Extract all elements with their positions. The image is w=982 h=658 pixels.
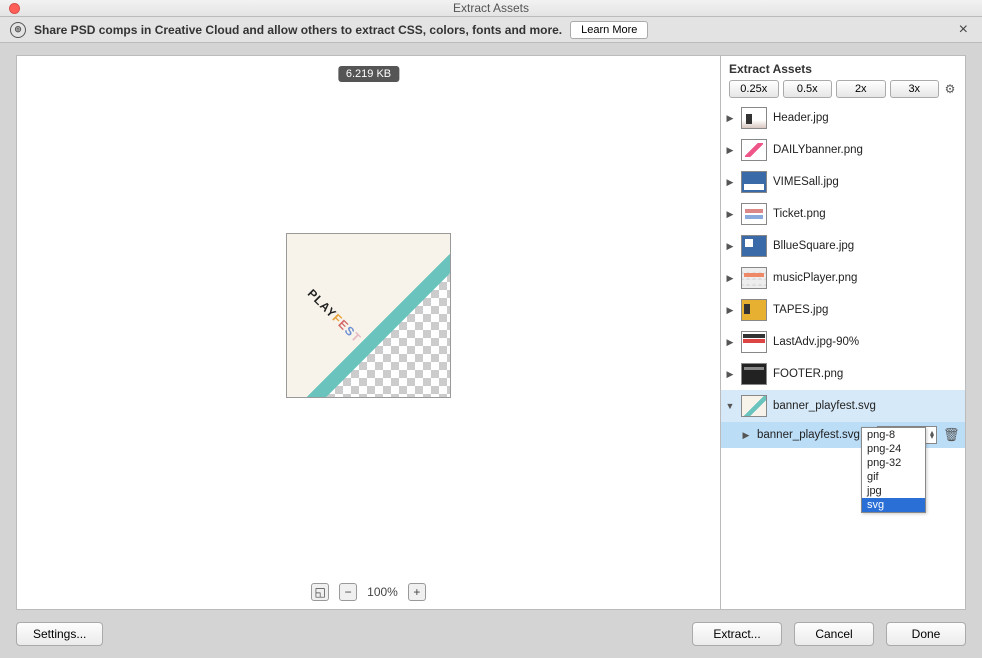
window-title: Extract Assets	[453, 1, 529, 15]
asset-name-label: LastAdv.jpg-90%	[773, 336, 957, 348]
asset-name-label: banner_playfest.svg	[773, 400, 957, 412]
asset-name-label: TAPES.jpg	[773, 304, 957, 316]
scale-2x-button[interactable]: 2x	[836, 80, 886, 98]
preview-pane: 6.219 KB PLAYFEST ◱ − 100% +	[17, 56, 720, 609]
format-option[interactable]: jpg	[862, 484, 925, 498]
asset-row[interactable]: ▶ TAPES.jpg	[721, 294, 965, 326]
asset-thumbnail	[741, 363, 767, 385]
trash-icon[interactable]: 🗑	[943, 427, 957, 443]
done-button[interactable]: Done	[886, 622, 966, 646]
info-text: Share PSD comps in Creative Cloud and al…	[34, 23, 562, 37]
asset-name-label: DAILYbanner.png	[773, 144, 957, 156]
format-option[interactable]: png-32	[862, 456, 925, 470]
chevron-right-icon[interactable]: ▶	[725, 369, 735, 380]
asset-row[interactable]: ▶ BllueSquare.jpg	[721, 230, 965, 262]
chevron-right-icon[interactable]: ▶	[725, 177, 735, 188]
format-dropdown[interactable]: png-8png-24png-32gifjpgsvg	[861, 427, 926, 513]
preview-canvas[interactable]: PLAYFEST	[17, 56, 720, 575]
chevron-right-icon[interactable]: ▶	[725, 113, 735, 124]
asset-name-label: VIMESall.jpg	[773, 176, 957, 188]
panel-title: Extract Assets	[729, 62, 957, 76]
zoom-level: 100%	[367, 585, 398, 599]
asset-thumbnail	[741, 267, 767, 289]
asset-row[interactable]: ▼ banner_playfest.svg	[721, 390, 965, 422]
asset-row[interactable]: ▶ FOOTER.png	[721, 358, 965, 390]
asset-thumbnail	[741, 235, 767, 257]
asset-sub-row[interactable]: ▶banner_playfest.svgsvg▴▾🗑	[721, 422, 965, 448]
creative-cloud-icon: ⊚	[10, 22, 26, 38]
asset-row[interactable]: ▶ Header.jpg	[721, 102, 965, 134]
chevron-right-icon[interactable]: ▶	[725, 209, 735, 220]
chevron-right-icon[interactable]: ▶	[725, 241, 735, 252]
asset-thumbnail	[741, 171, 767, 193]
scale-3x-button[interactable]: 3x	[890, 80, 940, 98]
asset-thumbnail	[741, 331, 767, 353]
format-option[interactable]: svg	[862, 498, 925, 512]
chevron-right-icon[interactable]: ▶	[725, 273, 735, 284]
settings-button[interactable]: Settings...	[16, 622, 103, 646]
scale-buttons-row: 0.25x 0.5x 2x 3x ⚙	[729, 80, 957, 98]
extract-button[interactable]: Extract...	[692, 622, 782, 646]
preview-artwork-text: PLAYFEST	[303, 280, 371, 348]
gear-icon[interactable]: ⚙	[943, 82, 957, 96]
info-bar: ⊚ Share PSD comps in Creative Cloud and …	[0, 17, 982, 43]
cancel-button[interactable]: Cancel	[794, 622, 874, 646]
asset-thumbnail	[741, 107, 767, 129]
asset-name-label: musicPlayer.png	[773, 272, 957, 284]
asset-name-label: FOOTER.png	[773, 368, 957, 380]
asset-name-label: Header.jpg	[773, 112, 957, 124]
bottom-bar: Settings... Extract... Cancel Done	[0, 610, 982, 658]
asset-thumbnail	[741, 299, 767, 321]
learn-more-button[interactable]: Learn More	[570, 21, 648, 39]
asset-list: ▶ Header.jpg ▶ DAILYbanner.png ▶ VIMESall.jpg…	[721, 102, 965, 609]
asset-row[interactable]: ▶ Ticket.png	[721, 198, 965, 230]
asset-preview: PLAYFEST	[286, 233, 451, 398]
scale-0-25x-button[interactable]: 0.25x	[729, 80, 779, 98]
asset-row[interactable]: ▶ LastAdv.jpg-90%	[721, 326, 965, 358]
zoom-out-icon[interactable]: −	[339, 583, 357, 601]
chevron-down-icon[interactable]: ▼	[725, 401, 735, 411]
chevron-right-icon[interactable]: ▶	[725, 305, 735, 316]
main-area: 6.219 KB PLAYFEST ◱ − 100% + Extract Ass…	[16, 55, 966, 610]
asset-row[interactable]: ▶ musicPlayer.png	[721, 262, 965, 294]
chevron-right-icon[interactable]: ▶	[725, 145, 735, 156]
filesize-badge: 6.219 KB	[338, 66, 399, 82]
asset-panel: Extract Assets 0.25x 0.5x 2x 3x ⚙ ▶ Heade…	[720, 56, 965, 609]
asset-thumbnail	[741, 139, 767, 161]
asset-row[interactable]: ▶ DAILYbanner.png	[721, 134, 965, 166]
asset-row[interactable]: ▶ VIMESall.jpg	[721, 166, 965, 198]
scale-0-5x-button[interactable]: 0.5x	[783, 80, 833, 98]
zoom-controls: ◱ − 100% +	[17, 575, 720, 609]
close-window-dot[interactable]	[9, 3, 20, 14]
format-option[interactable]: png-24	[862, 442, 925, 456]
chevron-right-icon[interactable]: ▶	[741, 430, 751, 441]
format-option[interactable]: gif	[862, 470, 925, 484]
close-infobar-icon[interactable]: ×	[955, 21, 972, 39]
window-titlebar: Extract Assets	[0, 0, 982, 17]
zoom-in-icon[interactable]: +	[408, 583, 426, 601]
asset-name-label: Ticket.png	[773, 208, 957, 220]
asset-thumbnail	[741, 395, 767, 417]
format-option[interactable]: png-8	[862, 428, 925, 442]
asset-thumbnail	[741, 203, 767, 225]
sub-asset-name: banner_playfest.svg	[757, 429, 871, 441]
chevron-right-icon[interactable]: ▶	[725, 337, 735, 348]
fit-screen-icon[interactable]: ◱	[311, 583, 329, 601]
asset-name-label: BllueSquare.jpg	[773, 240, 957, 252]
